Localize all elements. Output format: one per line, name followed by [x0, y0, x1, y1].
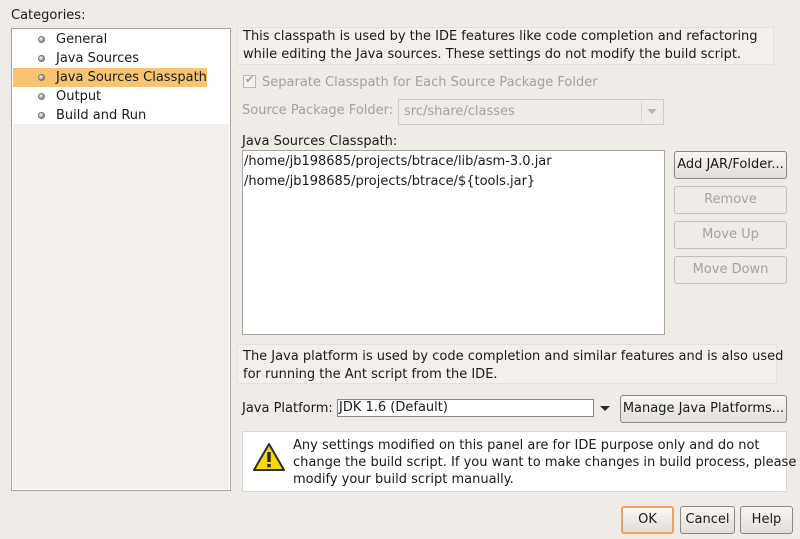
help-button[interactable]: Help [740, 506, 793, 534]
move-up-button[interactable]: Move Up [674, 221, 787, 249]
categories-tree[interactable]: General Java Sources Java Sources Classp… [11, 28, 231, 491]
separate-classpath-label: Separate Classpath for Each Source Packa… [262, 75, 598, 90]
checkbox-check-icon [243, 73, 256, 88]
chevron-down-icon[interactable] [600, 406, 610, 411]
java-platform-label: Java Platform: [242, 401, 333, 416]
category-item-general[interactable]: General [13, 30, 107, 49]
list-item[interactable]: /home/jb198685/projects/btrace/${tools.j… [244, 173, 664, 193]
separate-classpath-checkbox[interactable]: Separate Classpath for Each Source Packa… [243, 73, 598, 90]
warning-icon [253, 443, 285, 471]
cancel-button[interactable]: Cancel [680, 506, 735, 534]
bullet-icon [38, 74, 45, 81]
add-jar-folder-button[interactable]: Add JAR/Folder... [674, 151, 787, 179]
tree-empty-area [13, 124, 229, 489]
warning-line: change the build script. If you want to … [293, 455, 797, 470]
source-package-folder-label: Source Package Folder: [242, 103, 394, 118]
java-sources-classpath-label: Java Sources Classpath: [242, 134, 398, 149]
category-label: Java Sources [56, 51, 140, 66]
source-package-folder-select[interactable]: src/share/classes [398, 99, 664, 125]
list-item[interactable]: /home/jb198685/projects/btrace/lib/asm-3… [244, 153, 664, 173]
ok-button[interactable]: OK [621, 506, 674, 534]
categories-label: Categories: [11, 8, 86, 23]
bullet-icon [38, 93, 45, 100]
manage-java-platforms-button[interactable]: Manage Java Platforms... [620, 395, 787, 423]
combo-divider [641, 102, 642, 122]
category-label: Java Sources Classpath [56, 70, 207, 85]
warning-text: Any settings modified on this panel are … [293, 437, 797, 488]
category-item-java-sources[interactable]: Java Sources [13, 49, 139, 68]
platform-description: The Java platform is used by code comple… [237, 344, 784, 384]
description-line: while editing the Java sources. These se… [243, 47, 742, 62]
description-line: The Java platform is used by code comple… [243, 349, 784, 364]
warning-line: modify your build script manually. [293, 472, 514, 487]
category-item-output[interactable]: Output [13, 87, 101, 106]
category-label: General [56, 32, 108, 47]
category-label: Build and Run [56, 108, 147, 123]
classpath-description: This classpath is used by the IDE featur… [237, 27, 774, 65]
chevron-down-icon [647, 109, 657, 114]
java-platform-select[interactable]: JDK 1.6 (Default) [337, 399, 594, 417]
remove-button[interactable]: Remove [674, 186, 787, 214]
category-item-build-and-run[interactable]: Build and Run [13, 106, 146, 125]
move-down-button[interactable]: Move Down [674, 256, 787, 284]
bullet-icon [38, 55, 45, 62]
description-line: for running the Ant script from the IDE. [243, 367, 498, 382]
category-item-java-sources-classpath[interactable]: Java Sources Classpath [13, 68, 207, 87]
category-label: Output [56, 89, 102, 104]
warning-box: Any settings modified on this panel are … [242, 431, 797, 492]
warning-line: Any settings modified on this panel are … [293, 438, 760, 453]
bullet-icon [38, 112, 45, 119]
bullet-icon [38, 36, 45, 43]
classpath-list[interactable]: /home/jb198685/projects/btrace/lib/asm-3… [242, 150, 665, 335]
source-package-folder-value: src/share/classes [404, 104, 515, 119]
description-line: This classpath is used by the IDE featur… [243, 29, 758, 44]
